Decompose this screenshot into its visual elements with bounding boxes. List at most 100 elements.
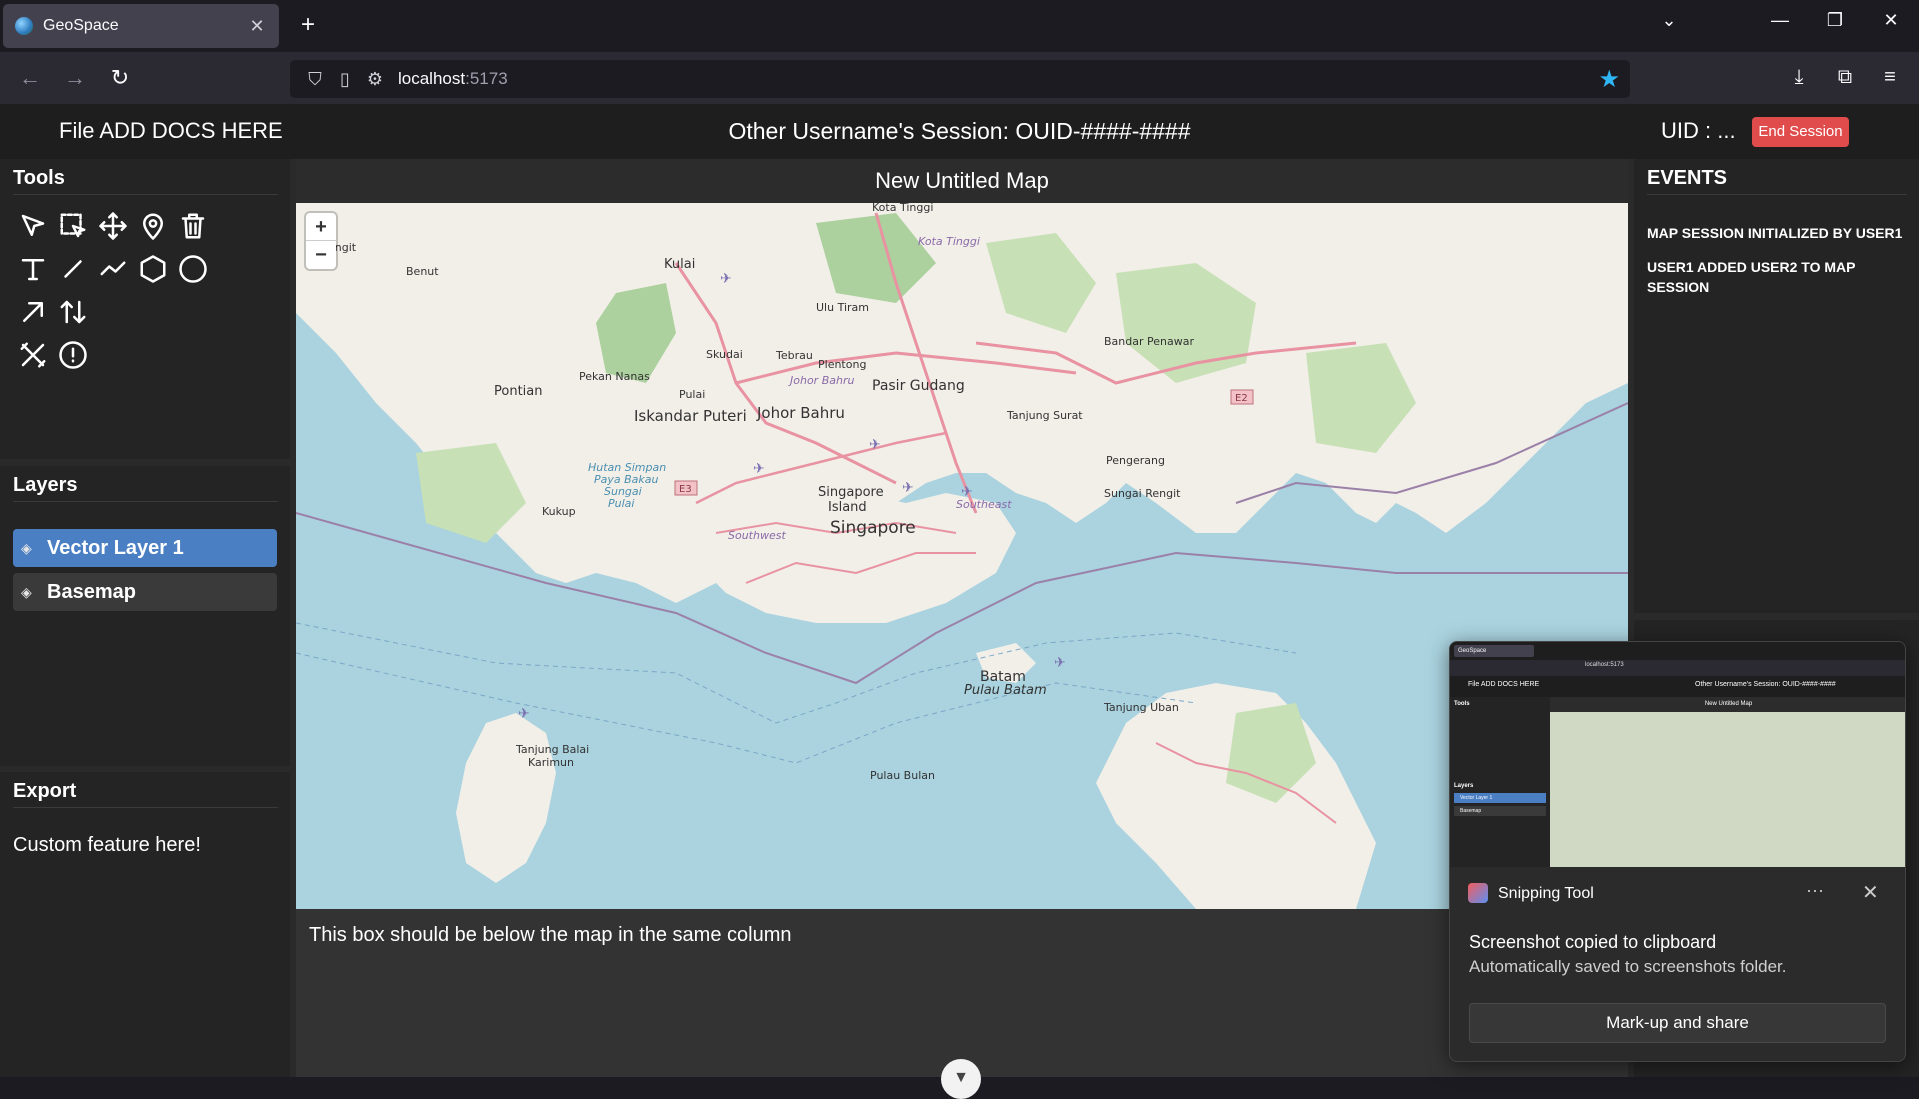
map-label-southwest: Southwest bbox=[728, 529, 786, 542]
thumb-map-title: New Untitled Map bbox=[1550, 697, 1905, 712]
map-label-tanjung-surat: Tanjung Surat bbox=[1006, 409, 1083, 422]
menu-icon[interactable]: ≡ bbox=[1875, 66, 1905, 89]
map-label-kukup: Kukup bbox=[542, 505, 576, 518]
pointer-tool-icon[interactable] bbox=[16, 209, 50, 243]
custom-feature-text: Custom feature here! bbox=[13, 834, 201, 856]
reload-icon[interactable]: ↻ bbox=[105, 64, 135, 94]
box-select-tool-icon[interactable] bbox=[56, 209, 90, 243]
text-tool-icon[interactable] bbox=[16, 252, 50, 286]
circle-tool-icon[interactable] bbox=[176, 252, 210, 286]
thumb-file: File ADD DOCS HERE bbox=[1468, 681, 1540, 688]
thumb-sidebar: Tools Layers Vector Layer 1 Basemap bbox=[1450, 697, 1550, 867]
url-text[interactable]: localhost:5173 bbox=[398, 69, 508, 89]
events-panel: EVENTS MAP SESSION INITIALIZED BY USER1 … bbox=[1634, 159, 1919, 613]
airport-icon: ✈ bbox=[753, 461, 765, 477]
download-icon[interactable]: ⤓ bbox=[1784, 66, 1814, 89]
tab-list-icon[interactable]: ⌄ bbox=[1654, 10, 1684, 31]
airport-icon: ✈ bbox=[961, 484, 973, 500]
snipping-tool-notification[interactable]: GeoSpace localhost:5173 File ADD DOCS HE… bbox=[1449, 641, 1906, 1062]
map-label-pulai: Pulai bbox=[679, 388, 705, 401]
minimize-icon[interactable]: — bbox=[1765, 10, 1795, 31]
map-label-plentong: Plentong bbox=[818, 358, 866, 371]
map-label-kota-tinggi: Kota Tinggi bbox=[872, 203, 933, 214]
map-pin-icon[interactable] bbox=[136, 209, 170, 243]
map-label-pekan-nanas: Pekan Nanas bbox=[579, 370, 650, 383]
export-heading: Export bbox=[13, 772, 278, 808]
zoom-out-button[interactable]: − bbox=[306, 241, 336, 269]
layer-label: Basemap bbox=[47, 580, 136, 603]
end-session-button[interactable]: End Session bbox=[1752, 117, 1849, 147]
new-tab-button[interactable]: + bbox=[294, 12, 322, 40]
markup-share-button[interactable]: Mark-up and share bbox=[1469, 1003, 1886, 1043]
app-header: File ADD DOCS HERE Other Username's Sess… bbox=[0, 104, 1919, 159]
screenshot-thumbnail[interactable]: GeoSpace localhost:5173 File ADD DOCS HE… bbox=[1450, 642, 1905, 867]
trash-icon[interactable] bbox=[176, 209, 210, 243]
map-column: New Untitled Map Kota Tinggi Kota Tinggi… bbox=[296, 159, 1628, 1099]
thumb-layer1: Vector Layer 1 bbox=[1454, 793, 1546, 803]
tools-panel: Tools bbox=[0, 159, 290, 459]
map-label-iskandar-puteri: Iskandar Puteri bbox=[634, 407, 747, 425]
thumb-map bbox=[1550, 712, 1905, 867]
clear-tool-icon[interactable] bbox=[16, 338, 50, 372]
scroll-down-icon[interactable]: ▼ bbox=[941, 1059, 981, 1099]
permissions-icon[interactable]: ⚙ bbox=[360, 69, 390, 90]
map-label-karimun: Karimun bbox=[528, 756, 574, 769]
layers-heading: Layers bbox=[13, 466, 278, 502]
event-item: MAP SESSION INITIALIZED BY USER1 bbox=[1647, 225, 1903, 241]
map-label-benut: Benut bbox=[406, 265, 439, 278]
map-label-pulai-2: Pulai bbox=[608, 497, 634, 510]
forward-arrow-icon[interactable]: → bbox=[60, 64, 90, 94]
map-label-johor-bahru: Johor Bahru bbox=[756, 404, 845, 422]
move-tool-icon[interactable] bbox=[96, 209, 130, 243]
window-close-icon[interactable]: ✕ bbox=[1876, 10, 1906, 31]
polygon-tool-icon[interactable] bbox=[136, 252, 170, 286]
map-label-pengerang: Pengerang bbox=[1106, 454, 1165, 467]
close-tab-icon[interactable]: ✕ bbox=[247, 16, 267, 37]
map-label-kota-tinggi-2: Kota Tinggi bbox=[918, 235, 980, 248]
map-label-sungai-rengit: Sungai Rengit bbox=[1104, 487, 1181, 500]
map-label-bandar-penawar: Bandar Penawar bbox=[1104, 335, 1194, 348]
restore-icon[interactable]: ❐ bbox=[1820, 10, 1850, 31]
shield-icon[interactable]: ⛉ bbox=[300, 69, 330, 90]
map-label-skudai: Skudai bbox=[706, 348, 743, 361]
info-alert-icon[interactable] bbox=[56, 338, 90, 372]
airport-icon: ✈ bbox=[518, 706, 530, 722]
highway-label-e3: E3 bbox=[679, 484, 692, 495]
map-label-singapore-island: Singapore bbox=[818, 485, 884, 500]
map-canvas[interactable]: Kota Tinggi Kota Tinggi Kulai Benut engi… bbox=[296, 203, 1628, 909]
below-map-box: This box should be below the map in the … bbox=[296, 909, 1628, 1099]
zoom-in-button[interactable]: + bbox=[306, 213, 336, 241]
layer-item-basemap[interactable]: ◈ Basemap bbox=[13, 573, 277, 611]
page-icon: ▯ bbox=[340, 68, 350, 89]
url-port: :5173 bbox=[465, 69, 508, 88]
thumb-url: localhost:5173 bbox=[1585, 662, 1624, 668]
url-bar[interactable]: ⛉ ▯ ⚙ localhost:5173 ★ bbox=[290, 60, 1630, 98]
swap-tool-icon[interactable] bbox=[56, 295, 90, 329]
map-label-tanjung-balai: Tanjung Balai bbox=[515, 743, 589, 756]
thumb-session: Other Username's Session: OUID-####-#### bbox=[1695, 681, 1836, 688]
layers-panel: Layers ◈ Vector Layer 1 ◈ Basemap bbox=[0, 466, 290, 766]
snipping-tool-icon bbox=[1468, 883, 1488, 903]
freehand-tool-icon[interactable] bbox=[96, 252, 130, 286]
back-arrow-icon[interactable]: ← bbox=[15, 64, 45, 94]
thumb-tab: GeoSpace bbox=[1454, 645, 1534, 657]
url-host: localhost bbox=[398, 69, 466, 88]
map-label-kulai: Kulai bbox=[664, 257, 695, 272]
line-tool-icon[interactable] bbox=[56, 252, 90, 286]
map-label-tebrau: Tebrau bbox=[775, 349, 813, 362]
extensions-icon[interactable]: ⧉ bbox=[1830, 66, 1860, 89]
layer-item-vector-layer-1[interactable]: ◈ Vector Layer 1 bbox=[13, 529, 277, 567]
more-options-icon[interactable]: ··· bbox=[1806, 880, 1824, 901]
close-notification-icon[interactable]: ✕ bbox=[1862, 880, 1879, 905]
bookmark-star-icon[interactable]: ★ bbox=[1598, 65, 1620, 94]
notification-submessage: Automatically saved to screenshots folde… bbox=[1469, 957, 1787, 976]
browser-tab[interactable]: GeoSpace ✕ bbox=[3, 4, 279, 48]
layer-label: Vector Layer 1 bbox=[47, 536, 184, 559]
events-heading: EVENTS bbox=[1647, 159, 1907, 195]
map-label-johor-bahru-small: Johor Bahru bbox=[788, 374, 854, 387]
map-label-pontian: Pontian bbox=[494, 384, 542, 399]
arrow-tool-icon[interactable] bbox=[16, 295, 50, 329]
session-title: Other Username's Session: OUID-####-#### bbox=[728, 118, 1191, 144]
below-map-text: This box should be below the map in the … bbox=[309, 924, 792, 946]
airport-icon: ✈ bbox=[869, 437, 881, 453]
